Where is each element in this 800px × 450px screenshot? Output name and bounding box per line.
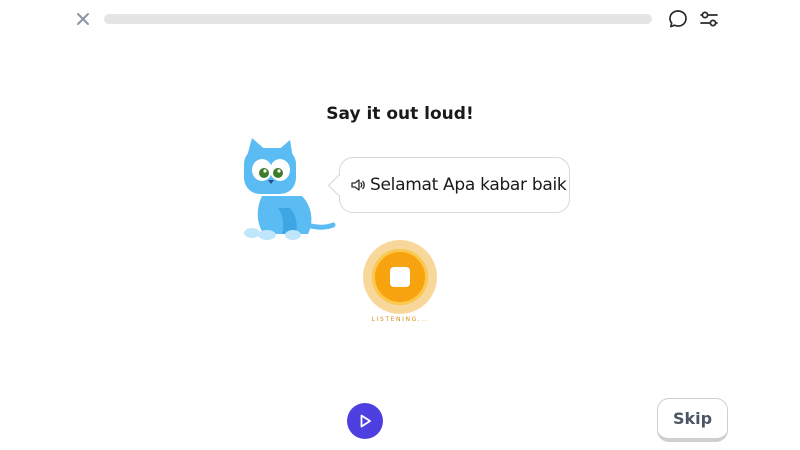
speaker-icon[interactable] bbox=[350, 177, 366, 193]
chat-bubble-icon bbox=[669, 10, 687, 28]
speaking-exercise-screen: Say it out loud! Selamat Apa kabar baik … bbox=[0, 0, 800, 450]
speech-bubble: Selamat Apa kabar baik bbox=[327, 157, 570, 213]
close-icon bbox=[77, 13, 89, 25]
settings-button[interactable] bbox=[698, 8, 720, 30]
cat-character-illustration bbox=[244, 138, 336, 240]
skip-button[interactable]: Skip bbox=[657, 398, 728, 442]
listening-status: LISTENING... bbox=[371, 316, 429, 323]
prompt-title: Say it out loud! bbox=[326, 104, 474, 124]
lesson-progress-bar bbox=[104, 14, 652, 24]
stop-recording-button[interactable] bbox=[372, 249, 428, 305]
stop-icon bbox=[390, 267, 410, 287]
play-icon bbox=[360, 414, 371, 428]
sliders-icon bbox=[700, 11, 718, 27]
record-control bbox=[363, 240, 437, 314]
phrase-text[interactable]: Selamat Apa kabar baik bbox=[370, 175, 567, 195]
close-button[interactable] bbox=[73, 9, 93, 29]
play-button[interactable] bbox=[347, 403, 383, 439]
chat-button[interactable] bbox=[667, 8, 689, 30]
